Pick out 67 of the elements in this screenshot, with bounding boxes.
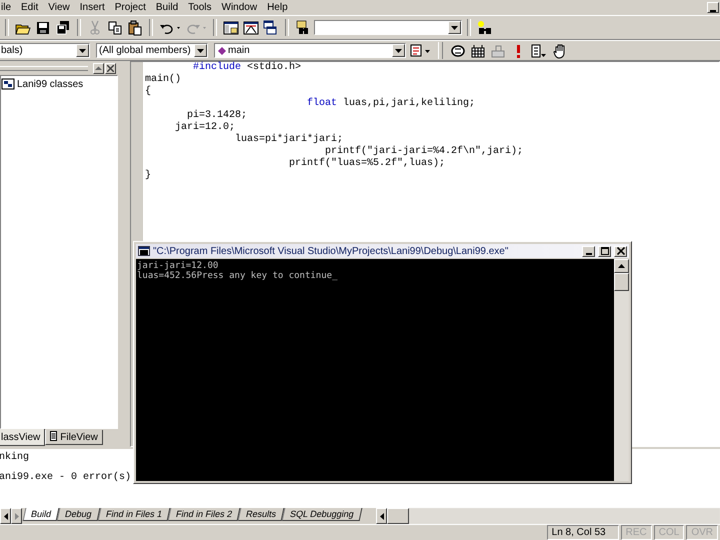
output-tab[interactable]: SQL Debugging [281, 508, 362, 521]
close-button[interactable] [105, 62, 116, 74]
output-tab[interactable]: Find in Files 1 [97, 508, 170, 521]
menu-item[interactable]: Help [267, 2, 288, 13]
cursor-position: Ln 8, Col 53 [546, 525, 619, 540]
code-line: main() [145, 74, 182, 86]
workspace-tab[interactable]: FileView [45, 430, 103, 445]
scroll-left-icon[interactable] [376, 508, 387, 524]
class-combo[interactable]: bals) [0, 43, 90, 58]
code-line: { [145, 86, 152, 98]
function-combo[interactable]: main [214, 43, 406, 58]
console-icon [138, 246, 150, 256]
restore-icon [95, 64, 102, 72]
console-line: jari-jari=12.00 [137, 261, 220, 271]
scroll-thumb[interactable] [387, 508, 409, 524]
save-all-icon[interactable] [54, 18, 72, 36]
workspace-icon[interactable] [222, 18, 240, 36]
code-line: luas=pi*jari*jari; [234, 134, 344, 146]
copy-icon[interactable] [106, 18, 124, 36]
menu-item[interactable]: ile [1, 2, 12, 13]
menu-item[interactable]: Project [114, 2, 146, 13]
restore-button[interactable] [93, 62, 104, 74]
horizontal-scrollbar[interactable] [376, 508, 720, 524]
code-line: printf("jari-jari=%4.2f\n",jari); [324, 146, 524, 158]
scroll-left-icon[interactable] [0, 508, 11, 524]
menu-item[interactable]: Build [156, 2, 178, 13]
members-combo[interactable]: (All global members) [96, 43, 208, 58]
function-icon [218, 46, 226, 54]
class-wizard-icon[interactable] [408, 42, 432, 60]
code-line: #include <stdio.h> [192, 62, 302, 74]
classes-icon[interactable] [1, 78, 15, 90]
output-window-icon[interactable] [242, 18, 260, 36]
code-line: } [145, 170, 152, 182]
file-list-icon [50, 430, 58, 444]
code-line: float luas,pi,jari,keliling; [306, 98, 476, 110]
output-tab[interactable]: Results [237, 508, 284, 521]
code-line: printf("luas=%5.2f",luas); [288, 158, 446, 170]
output-tab[interactable]: Find in Files 2 [167, 508, 240, 521]
output-tab[interactable]: Build [22, 508, 60, 521]
menu-item[interactable]: Edit [21, 2, 38, 13]
close-icon [616, 247, 624, 255]
tree-item[interactable]: Lani99 classes [17, 78, 84, 90]
find-field[interactable] [314, 20, 462, 35]
close-icon [107, 64, 114, 72]
output-line: nking [0, 452, 30, 464]
binoculars-icon[interactable] [476, 18, 494, 36]
minimize-button[interactable] [707, 2, 719, 13]
minimize-button[interactable] [582, 246, 595, 256]
output-line: ani99.exe - 0 error(s) [0, 472, 132, 484]
workspace-tab[interactable]: lassView [0, 429, 46, 446]
close-button[interactable] [614, 246, 627, 256]
console-line: luas=452.56Press any key to continue_ [137, 271, 338, 281]
maximize-button[interactable] [598, 246, 611, 256]
scroll-up-icon[interactable] [614, 259, 629, 273]
menu-item[interactable]: Tools [188, 2, 212, 13]
menu-item[interactable]: Insert [80, 2, 105, 13]
code-line: pi=3.1428; [186, 110, 248, 122]
maximize-icon [600, 247, 608, 255]
scroll-thumb[interactable] [614, 273, 629, 291]
code-line: jari=12.0; [174, 122, 236, 134]
vertical-scrollbar[interactable] [614, 259, 629, 481]
scroll-right-icon[interactable] [11, 508, 22, 524]
menu-item[interactable]: View [48, 2, 70, 13]
output-tab[interactable]: Debug [56, 508, 100, 521]
menu-item[interactable]: Window [222, 2, 258, 13]
paste-icon[interactable] [126, 18, 144, 36]
window-title: "C:\Program Files\Microsoft Visual Studio\MyProjects\Lani99\Debug\Lani99.exe" [153, 246, 508, 256]
